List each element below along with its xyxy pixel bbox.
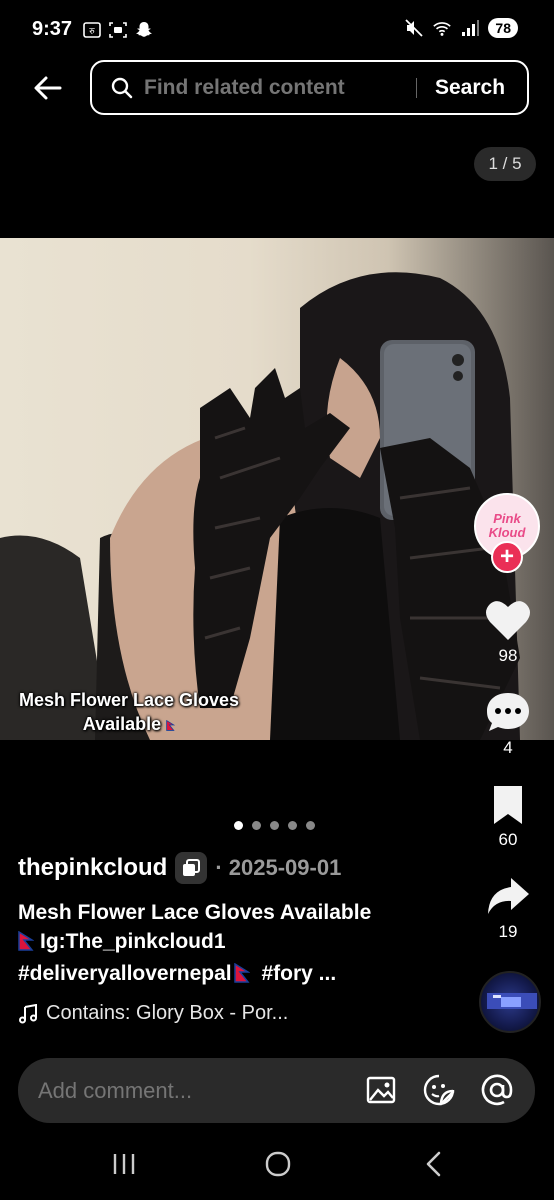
search-box[interactable]: Search	[90, 60, 529, 115]
back-button[interactable]	[30, 70, 66, 106]
search-icon	[111, 77, 133, 98]
emoji-sticker-icon	[423, 1074, 455, 1106]
photo-caption: Mesh Flower Lace Gloves Available	[14, 688, 244, 736]
comment-input[interactable]	[38, 1077, 358, 1104]
arrow-left-icon	[34, 76, 62, 100]
comment-button[interactable]: 4	[478, 690, 538, 758]
share-arrow-icon	[488, 878, 529, 914]
search-divider	[416, 77, 417, 98]
author-name[interactable]: thepinkcloud	[18, 854, 167, 882]
status-bar: 9:37 रु 78	[0, 0, 554, 62]
search-input[interactable]	[144, 75, 414, 100]
like-count: 98	[498, 646, 518, 665]
carousel-dots	[234, 821, 315, 830]
carousel-dot[interactable]	[270, 821, 279, 830]
system-nav-bar	[0, 1128, 554, 1200]
save-button[interactable]: 60	[478, 784, 538, 850]
screen-capture-icon	[108, 20, 128, 40]
post-title-line2-wrap: Ig:The_pinkcloud1	[18, 927, 458, 956]
status-left-icons: रु	[82, 20, 154, 40]
carousel-dot[interactable]	[234, 821, 243, 830]
nepal-flag-icon	[18, 931, 34, 951]
post-image[interactable]	[0, 238, 554, 740]
author-row: thepinkcloud · 2025-09-01	[18, 852, 341, 884]
author-badge	[175, 852, 208, 884]
nepal-flag-icon	[233, 963, 250, 983]
carousel-dot[interactable]	[306, 821, 315, 830]
image-button[interactable]	[363, 1072, 399, 1108]
post-title: Mesh Flower Lace Gloves Available Ig:The…	[18, 898, 458, 956]
like-button[interactable]: 98	[478, 598, 538, 666]
nepal-flag-icon	[166, 719, 176, 731]
copy-badge-icon	[183, 859, 201, 876]
post-title-line2: Ig:The_pinkcloud1	[40, 930, 226, 953]
carousel-dot[interactable]	[288, 821, 297, 830]
mute-icon	[404, 18, 424, 38]
page-counter: 1 / 5	[474, 147, 536, 181]
system-back-button[interactable]	[414, 1148, 454, 1180]
post-title-line1: Mesh Flower Lace Gloves Available	[18, 901, 372, 924]
image-icon	[366, 1076, 396, 1104]
music-row[interactable]: Contains: Glory Box - Por...	[18, 1002, 288, 1025]
bookmark-icon	[494, 786, 522, 824]
heart-icon	[486, 601, 530, 640]
music-title[interactable]: Contains: Glory Box - Por...	[46, 1002, 288, 1025]
carousel-dot[interactable]	[252, 821, 261, 830]
post-photo-illustration	[0, 272, 520, 740]
music-note-icon	[19, 1003, 37, 1023]
svg-text:रु: रु	[89, 27, 95, 37]
comment-count: 4	[503, 738, 513, 757]
caption-line2-text: Available	[82, 714, 162, 734]
share-count: 19	[498, 922, 518, 941]
share-button[interactable]: 19	[478, 874, 538, 942]
signal-icon	[460, 18, 480, 38]
caption-line1: Mesh Flower Lace Gloves	[18, 690, 240, 710]
hashtag-more[interactable]: #fory ...	[261, 962, 336, 985]
snapchat-icon	[134, 20, 154, 40]
recent-apps-button[interactable]	[104, 1148, 144, 1180]
follow-button[interactable]: +	[491, 541, 523, 573]
post-date: · 2025-09-01	[215, 855, 342, 880]
comment-bar	[18, 1058, 535, 1123]
save-count: 60	[498, 830, 518, 849]
recents-icon	[113, 1154, 135, 1174]
comment-bubble-icon	[487, 693, 529, 731]
status-time: 9:37	[32, 18, 73, 40]
currency-icon: रु	[82, 20, 102, 40]
music-disc[interactable]	[479, 971, 541, 1033]
music-disc-art	[487, 993, 537, 1009]
sticker-button[interactable]	[421, 1072, 457, 1108]
search-button[interactable]: Search	[435, 76, 505, 100]
caption-line2: Available	[14, 712, 244, 736]
battery-indicator: 78	[488, 18, 518, 38]
chevron-left-icon	[426, 1151, 441, 1177]
hashtags[interactable]: #deliveryallovernepal #fory ...	[18, 962, 336, 986]
hashtag-primary[interactable]: #deliveryallovernepal	[18, 962, 232, 985]
mention-button[interactable]	[479, 1072, 515, 1108]
status-right: 78	[404, 18, 518, 38]
home-circle-icon	[265, 1151, 291, 1177]
at-sign-icon	[481, 1074, 513, 1106]
avatar-logo-text: Pink Kloud	[488, 511, 526, 540]
wifi-icon	[432, 18, 452, 38]
home-button[interactable]	[258, 1148, 298, 1180]
